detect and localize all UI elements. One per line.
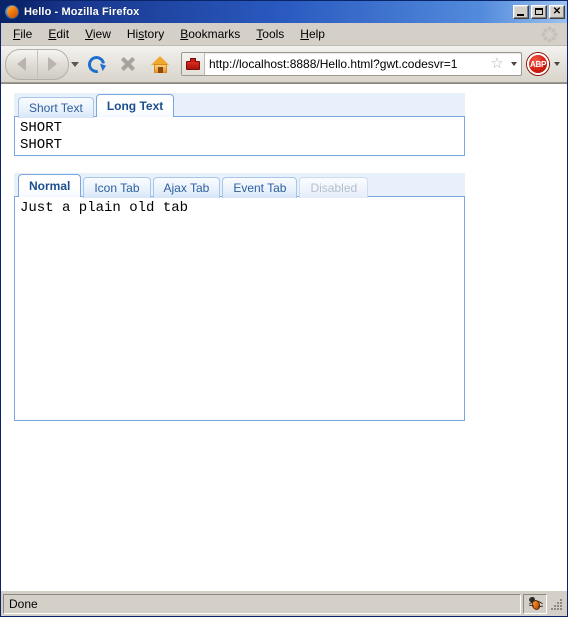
firefox-icon [4, 4, 20, 20]
menu-file[interactable]: File [5, 25, 40, 43]
minimize-button[interactable] [513, 5, 529, 19]
tab-label: Event Tab [233, 181, 287, 195]
site-favicon [182, 53, 205, 75]
tab-bar: Short Text Long Text [14, 93, 465, 118]
status-bar: Done [1, 590, 567, 616]
back-forward-group [5, 48, 79, 80]
chevron-down-icon [554, 62, 560, 66]
tab-label: Icon Tab [94, 181, 140, 195]
maximize-button[interactable] [531, 5, 547, 19]
url-dropdown-button[interactable] [507, 62, 521, 66]
tab-label: Normal [29, 179, 71, 193]
firebug-icon [527, 596, 543, 612]
tab-label: Disabled [310, 181, 358, 195]
navigation-toolbar: http://localhost:8888/Hello.html?gwt.cod… [1, 46, 567, 83]
status-text: Done [3, 593, 521, 614]
throbber-icon [540, 25, 558, 43]
reload-icon [84, 52, 108, 76]
menu-edit[interactable]: Edit [40, 25, 77, 43]
resize-grip[interactable] [549, 594, 565, 614]
tab-long-text[interactable]: Long Text [95, 94, 175, 117]
adblock-dropdown-button[interactable] [551, 62, 563, 66]
close-button[interactable]: ✕ [549, 5, 565, 19]
stop-button[interactable] [113, 50, 143, 79]
tab-event-tab[interactable]: Event Tab [222, 177, 298, 198]
tab-short-text[interactable]: Short Text [18, 97, 94, 118]
tab-label: Long Text [106, 99, 164, 113]
menu-tools[interactable]: Tools [248, 25, 292, 43]
back-arrow-icon [16, 57, 26, 71]
menu-bookmarks[interactable]: Bookmarks [172, 25, 248, 43]
short-long-tabpanel: Short Text Long Text SHORT SHORT [14, 93, 465, 156]
reload-button[interactable] [81, 50, 111, 79]
history-dropdown-icon[interactable] [71, 61, 79, 67]
window-title: Hello - Mozilla Firefox [24, 6, 140, 18]
home-button[interactable] [145, 50, 175, 79]
chevron-down-icon [511, 62, 517, 66]
back-button[interactable] [6, 50, 37, 79]
url-bar[interactable]: http://localhost:8888/Hello.html?gwt.cod… [181, 52, 522, 76]
url-input[interactable]: http://localhost:8888/Hello.html?gwt.cod… [205, 53, 489, 75]
tab-ajax-tab[interactable]: Ajax Tab [152, 177, 221, 198]
title-bar: Hello - Mozilla Firefox ✕ [1, 1, 567, 23]
tab-normal[interactable]: Normal [18, 174, 82, 197]
stop-icon [119, 55, 137, 73]
menu-history[interactable]: History [119, 25, 172, 43]
tab-icon-tab[interactable]: Icon Tab [83, 177, 151, 198]
menu-help[interactable]: Help [292, 25, 333, 43]
forward-arrow-icon [48, 57, 58, 71]
firebug-button[interactable] [523, 593, 547, 614]
bookmark-star-icon[interactable]: ☆ [489, 56, 505, 72]
tab-disabled: Disabled [299, 177, 369, 198]
home-icon [150, 55, 170, 73]
tab-label: Short Text [29, 101, 83, 115]
firefox-window: Hello - Mozilla Firefox ✕ File Edit View… [0, 0, 568, 617]
menu-bar: File Edit View History Bookmarks Tools H… [1, 23, 567, 46]
tab-content-normal: Just a plain old tab [14, 197, 465, 421]
tab-label: Ajax Tab [163, 181, 210, 195]
page-content: Short Text Long Text SHORT SHORT Normal … [1, 84, 567, 421]
forward-button[interactable] [36, 49, 69, 79]
toolbox-icon [186, 58, 200, 70]
close-icon: ✕ [552, 6, 562, 17]
tab-content-long-text: SHORT SHORT [14, 117, 465, 156]
tab-bar: Normal Icon Tab Ajax Tab Event Tab Disab… [14, 173, 465, 198]
adblock-plus-button[interactable]: ABP [527, 53, 549, 75]
page-viewport: Short Text Long Text SHORT SHORT Normal … [1, 83, 567, 590]
menu-view[interactable]: View [77, 25, 119, 43]
window-controls: ✕ [513, 5, 565, 19]
main-tabpanel: Normal Icon Tab Ajax Tab Event Tab Disab… [14, 173, 465, 421]
